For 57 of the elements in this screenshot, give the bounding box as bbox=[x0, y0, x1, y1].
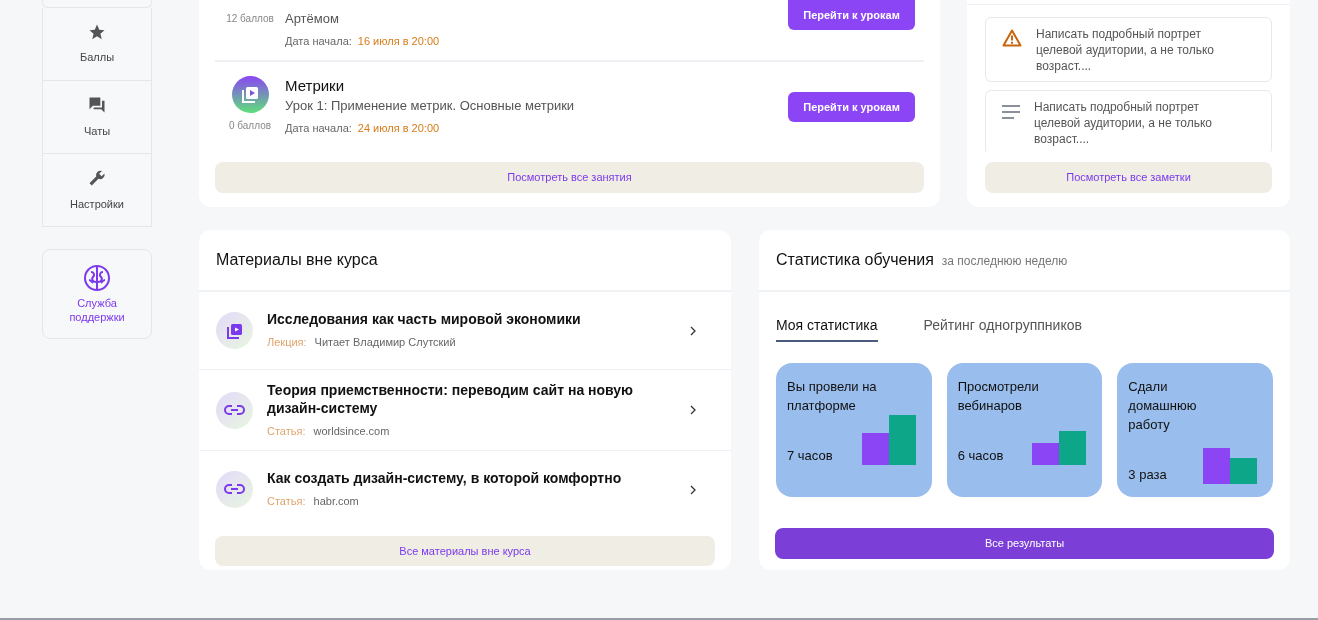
material-type: Лекция: bbox=[267, 335, 307, 351]
warning-icon bbox=[1002, 29, 1022, 47]
stat-label: Просмотрели вебинаров bbox=[957, 378, 1040, 415]
sidebar-item[interactable]: Баллы bbox=[42, 8, 152, 81]
stat-label: Сдали домашнюю работу bbox=[1128, 378, 1198, 434]
brain-icon bbox=[83, 264, 111, 292]
all-materials-button[interactable]: Все материалы вне курса bbox=[215, 536, 715, 566]
card-title: Статистика обучения bbox=[776, 250, 934, 270]
stats-tab[interactable]: Моя статистика bbox=[776, 315, 878, 342]
chevron-right-icon bbox=[690, 484, 696, 495]
date-label: Дата начала: bbox=[285, 34, 352, 48]
lesson-date: 16 июля в 20:00 bbox=[357, 34, 440, 48]
stats-tab[interactable]: Рейтинг одногруппников bbox=[923, 315, 1082, 342]
material-title: Как создать дизайн-систему, в которой комфортно bbox=[267, 469, 623, 488]
go-to-lessons-button[interactable]: Перейти к урокам bbox=[788, 0, 915, 30]
lesson-subtitle: Урок 1: Применение метрик. Основные метрики bbox=[285, 97, 576, 115]
lesson-date: 24 июля в 20:00 bbox=[357, 121, 440, 135]
note-item[interactable]: Написать подробный портрет целевой аудитории, а не только возраст.... bbox=[985, 17, 1272, 82]
card-title: Материалы вне курса bbox=[216, 250, 378, 270]
sidebar-item[interactable]: Настройки bbox=[42, 154, 152, 227]
note-text: Написать подробный портрет целевой аудитории, а не только возраст.... bbox=[1036, 26, 1215, 75]
go-to-lessons-button[interactable]: Перейти к урокам bbox=[788, 92, 915, 122]
stat-value: 7 часов bbox=[787, 446, 833, 465]
material-source: worldsince.com bbox=[313, 423, 390, 439]
stat-label: Вы провели на платформе bbox=[787, 378, 878, 415]
material-source: Читает Владимир Слутский bbox=[314, 335, 456, 351]
sidebar-item[interactable]: Чаты bbox=[42, 81, 152, 154]
view-all-notes-button[interactable]: Посмотреть все заметки bbox=[985, 162, 1272, 193]
stat-value: 6 часов bbox=[957, 446, 1004, 465]
note-text: Написать подробный портрет целевой аудитории, а не только возраст.... bbox=[1034, 99, 1213, 148]
note-item[interactable]: Написать подробный портрет целевой аудитории, а не только возраст.... bbox=[985, 90, 1272, 152]
stat-value: 3 раза bbox=[1128, 465, 1167, 484]
material-item[interactable]: Как создать дизайн-систему, в которой комфортно Статья: habr.com bbox=[199, 451, 731, 528]
material-item[interactable]: Исследования как часть мировой экономики Лекция: Читает Владимир Слутский bbox=[199, 292, 731, 369]
text-lines-icon bbox=[1002, 105, 1020, 119]
video-icon bbox=[216, 312, 253, 349]
lesson-score: 12 баллов bbox=[226, 12, 274, 26]
material-type: Статья: bbox=[267, 423, 306, 439]
play-icon bbox=[231, 76, 269, 113]
lesson-subtitle: Артёмом bbox=[285, 10, 340, 28]
chevron-right-icon bbox=[690, 325, 696, 336]
material-item[interactable]: Теория приемственности: переводим сайт на новую дизайн-систему Статья: worldsince.com bbox=[199, 369, 731, 451]
link-icon bbox=[216, 471, 253, 508]
material-title: Исследования как часть мировой экономики bbox=[267, 310, 582, 329]
date-label: Дата начала: bbox=[285, 121, 352, 135]
support-button[interactable]: Служба поддержки bbox=[42, 249, 152, 339]
material-title: Теория приемственности: переводим сайт на новую дизайн-систему bbox=[267, 380, 635, 417]
card-subtitle: за последнюю неделю bbox=[941, 253, 1068, 270]
mini-bar-chart bbox=[861, 415, 916, 465]
all-results-button[interactable]: Все результаты bbox=[775, 528, 1274, 559]
lesson-title: Метрики bbox=[285, 76, 346, 96]
link-icon bbox=[216, 391, 253, 429]
view-all-lessons-button[interactable]: Посмотреть все занятия bbox=[215, 162, 924, 193]
chevron-right-icon bbox=[690, 405, 696, 415]
material-source: habr.com bbox=[313, 494, 359, 510]
material-type: Статья: bbox=[267, 494, 306, 510]
lesson-score: 0 баллов bbox=[228, 119, 272, 133]
